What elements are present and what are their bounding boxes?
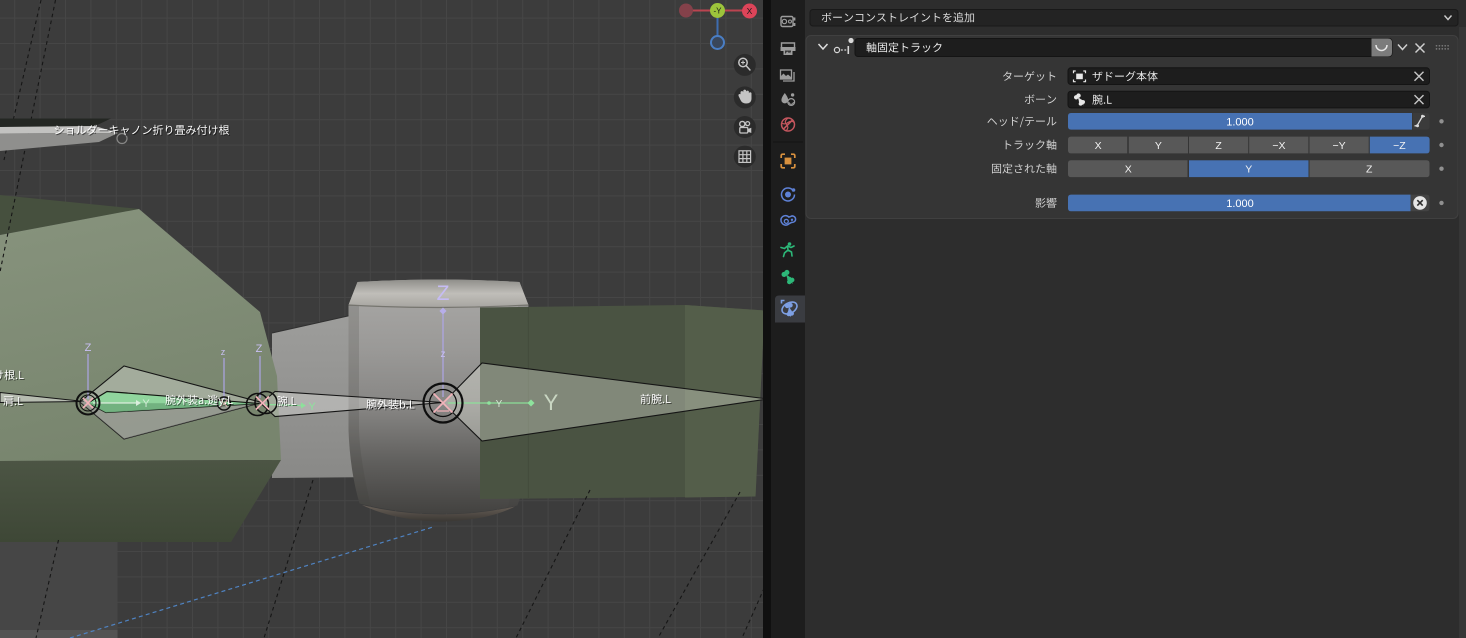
svg-text:1.000: 1.000 [1226,116,1254,128]
svg-text:Z: Z [256,343,263,355]
svg-text:X: X [1095,140,1102,152]
svg-text:−Z: −Z [1393,140,1406,152]
svg-text:Y: Y [1245,164,1252,176]
svg-text:Y: Y [544,390,559,415]
svg-text:Y: Y [496,399,503,410]
svg-text:X: X [747,6,753,16]
svg-text:−X: −X [1272,140,1285,152]
svg-text:Z: Z [85,342,92,354]
svg-text:Z: Z [437,282,450,305]
svg-text:z: z [441,349,446,360]
svg-text:Y: Y [142,398,150,410]
svg-text:z: z [221,347,226,357]
svg-text:Y: Y [1155,140,1162,152]
svg-text:-Y: -Y [714,7,723,16]
svg-text:Z: Z [1366,164,1373,176]
svg-text:X: X [1125,164,1132,176]
svg-text:1.000: 1.000 [1226,198,1254,210]
svg-text:−Y: −Y [1333,140,1346,152]
svg-text:Z: Z [1215,140,1222,152]
svg-text:Y: Y [308,401,316,413]
